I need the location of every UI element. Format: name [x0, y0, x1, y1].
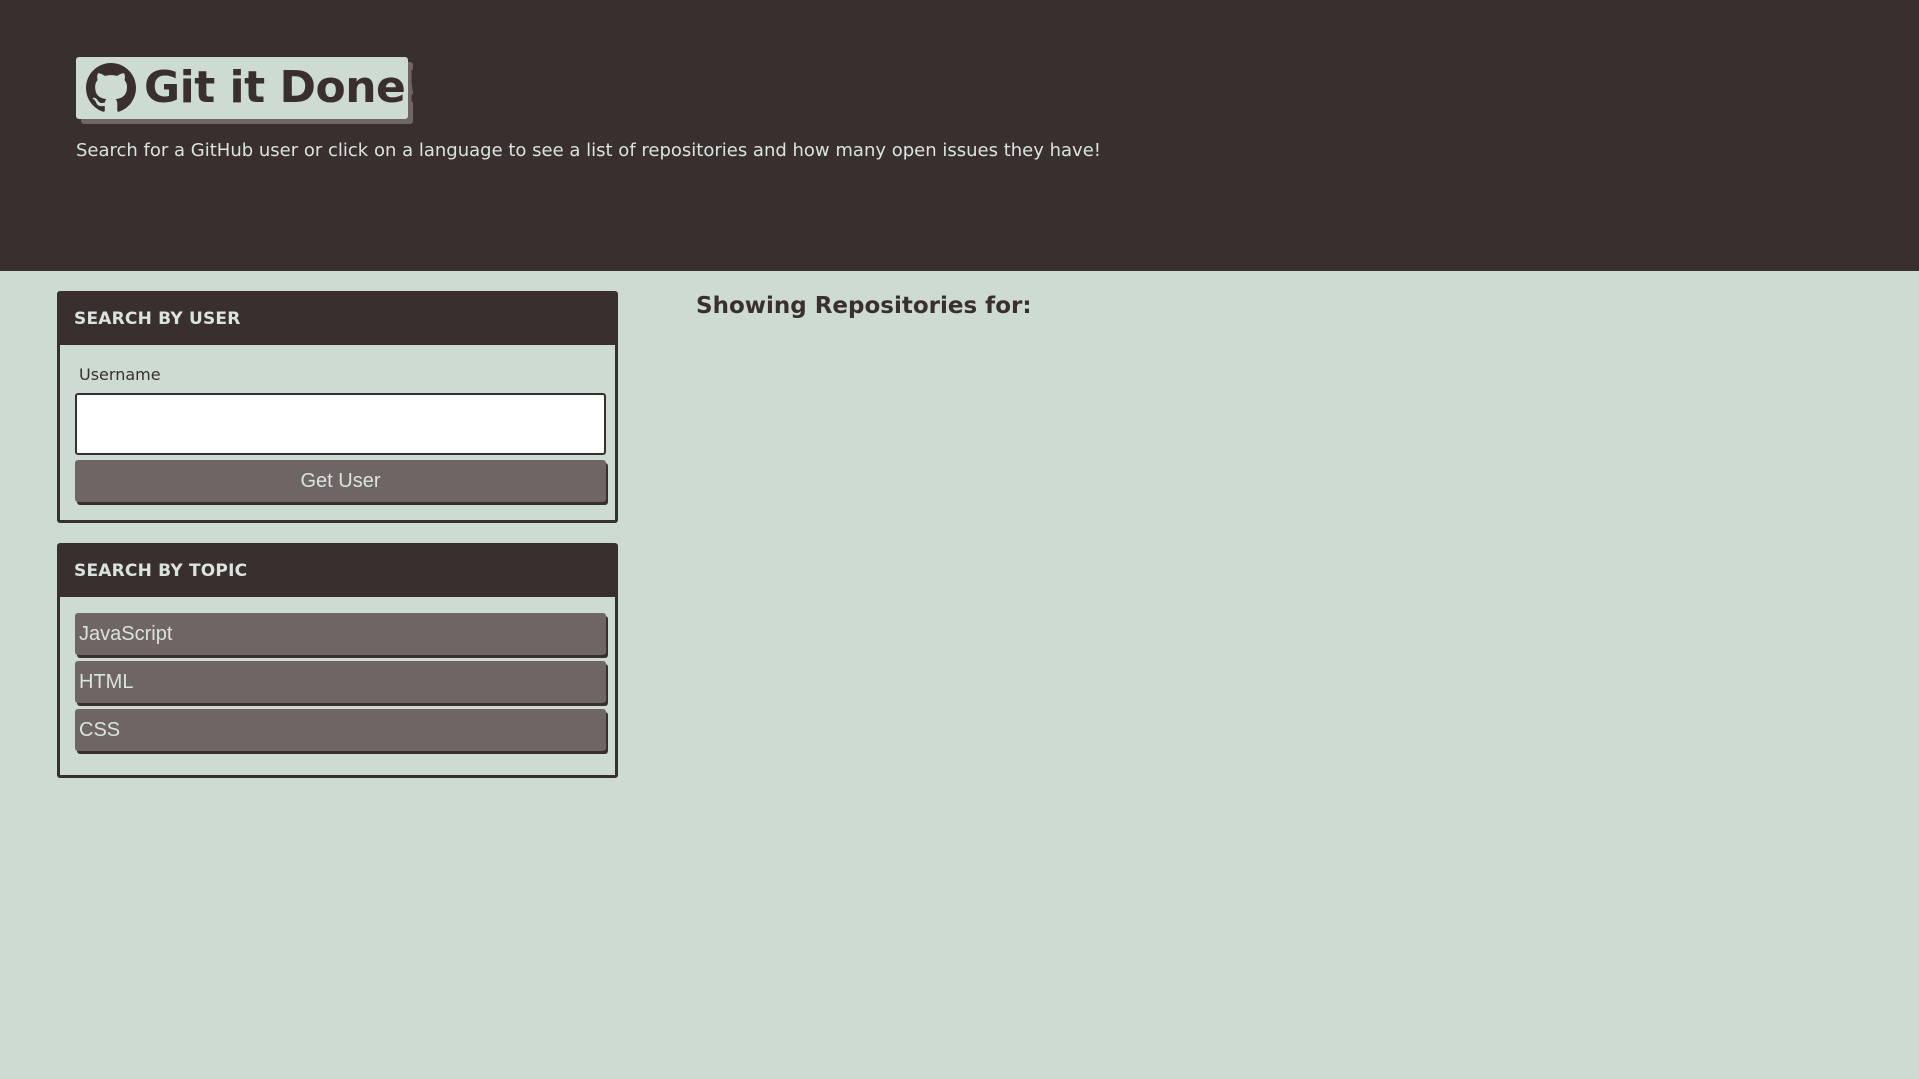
- app-subtitle: Search for a GitHub user or click on a l…: [76, 140, 1101, 161]
- search-by-user-heading: SEARCH BY USER: [60, 294, 615, 345]
- repositories-heading: Showing Repositories for:: [696, 293, 1032, 319]
- topic-button-css[interactable]: CSS: [75, 709, 606, 751]
- github-icon: [86, 63, 136, 112]
- page-header: Git it Done! Search for a GitHub user or…: [0, 0, 1919, 271]
- search-by-user-card: SEARCH BY USER Username Get User: [57, 291, 618, 523]
- topic-button-html[interactable]: HTML: [75, 661, 606, 703]
- username-label: Username: [79, 365, 161, 384]
- topic-button-javascript[interactable]: JavaScript: [75, 613, 606, 655]
- username-input[interactable]: [75, 393, 606, 455]
- search-by-topic-card: SEARCH BY TOPIC JavaScript HTML CSS: [57, 543, 618, 778]
- app-title-badge: Git it Done!: [76, 57, 425, 119]
- get-user-button[interactable]: Get User: [75, 460, 606, 502]
- app-title: Git it Done!: [144, 62, 425, 113]
- search-by-topic-heading: SEARCH BY TOPIC: [60, 546, 615, 597]
